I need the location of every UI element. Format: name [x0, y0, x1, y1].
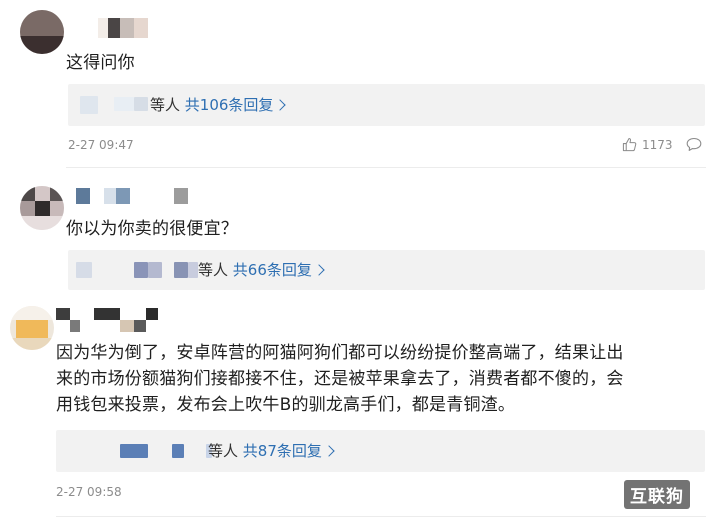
username[interactable]	[98, 18, 150, 38]
comment-text: 你以为你卖的很便宜？	[66, 219, 238, 239]
view-replies-link[interactable]: 共106条回复	[185, 96, 274, 114]
comment-text-line: 因为华为倒了，安卓阵营的阿猫阿狗们都可以纷纷提价整高端了，结果让出	[56, 343, 624, 363]
weibo-comment-list: 这得问你 等人 共106条回复 2-27 09:47 1173 你以为你卖的很便…	[0, 0, 719, 524]
comment-item: 这得问你 等人 共106条回复 2-27 09:47 1173	[0, 0, 719, 168]
reply-preview[interactable]: 等人 共66条回复	[68, 250, 705, 290]
like-button[interactable]: 1173	[622, 137, 673, 152]
reply-name-blur	[134, 262, 148, 278]
reply-summary: 等人 共106条回复	[150, 95, 287, 115]
comment-text: 因为华为倒了，安卓阵营的阿猫阿狗们都可以纷纷提价整高端了，结果让出 来的市场份额…	[56, 340, 712, 418]
reply-people: 等人	[208, 442, 239, 460]
reply-name-blur	[148, 262, 162, 278]
chevron-right-icon	[323, 445, 335, 457]
thumbs-up-icon	[622, 137, 637, 152]
view-replies-link[interactable]: 共66条回复	[233, 261, 312, 279]
chevron-right-icon	[274, 99, 287, 111]
reply-name-blur	[188, 262, 198, 278]
view-replies-link[interactable]: 共87条回复	[243, 442, 322, 460]
reply-name-blur	[174, 262, 188, 278]
reply-name-blur	[134, 97, 148, 111]
reply-summary: 等人 共87条回复	[208, 441, 335, 461]
reply-people: 等人	[198, 261, 229, 279]
reply-preview[interactable]: 等人 共106条回复	[68, 84, 705, 126]
comment-text-line: 用钱包来投票，发布会上吹牛B的驯龙高手们，都是青铜渣。	[56, 395, 516, 415]
reply-name-blur	[114, 97, 134, 111]
like-count: 1173	[642, 137, 673, 152]
reply-name-blur	[172, 444, 184, 458]
reply-summary: 等人 共66条回复	[198, 260, 325, 280]
username[interactable]	[56, 308, 160, 332]
comment-time: 2-27 09:58	[56, 485, 122, 499]
comment-text: 这得问你	[66, 53, 135, 73]
reply-people: 等人	[150, 96, 181, 114]
watermark: 互联狗	[624, 480, 690, 509]
reply-preview[interactable]: 等人 共87条回复	[56, 430, 705, 472]
avatar[interactable]	[20, 10, 64, 54]
comment-item: 你以为你卖的很便宜？ 等人 共66条回复	[0, 168, 719, 290]
username[interactable]	[76, 188, 194, 204]
reply-avatar-blur	[80, 96, 98, 114]
reply-name-blur	[120, 444, 148, 458]
chevron-right-icon	[313, 264, 325, 276]
reply-avatar-blur	[76, 262, 92, 278]
avatar[interactable]	[10, 306, 54, 350]
comment-item: 因为华为倒了，安卓阵营的阿猫阿狗们都可以纷纷提价整高端了，结果让出 来的市场份额…	[0, 290, 719, 524]
comment-time: 2-27 09:47	[68, 138, 134, 152]
divider	[56, 516, 706, 517]
comment-bubble-icon[interactable]	[686, 137, 702, 152]
comment-text-line: 来的市场份额猫狗们接都接不住，还是被苹果拿去了，消费者都不傻的，会	[56, 369, 624, 389]
avatar[interactable]	[20, 186, 64, 230]
